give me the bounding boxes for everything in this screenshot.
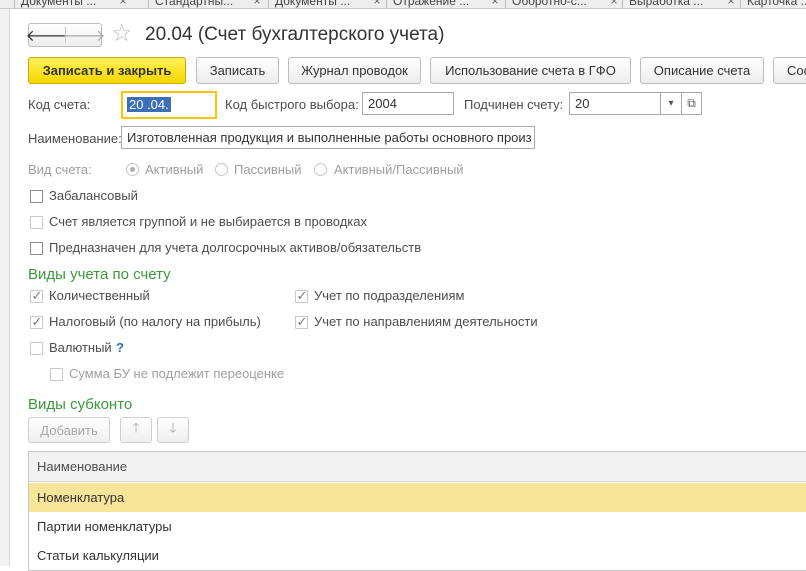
- window-tab[interactable]: Оборотно-с... ×: [505, 0, 619, 8]
- name-label: Наименование:: [28, 131, 122, 146]
- help-icon[interactable]: ?: [116, 340, 124, 355]
- window-tab-label: Документы ...: [275, 0, 351, 8]
- forward-button[interactable]: 🡒: [63, 24, 106, 46]
- code-input[interactable]: 20 .04.: [121, 91, 217, 119]
- window-tab-label: Выработка ...: [629, 0, 704, 8]
- window-tab-label: Карточка ...: [747, 0, 806, 8]
- check-icon: ✓: [31, 314, 43, 329]
- radio-passive[interactable]: [215, 163, 228, 176]
- dropdown-icon[interactable]: ▾: [660, 92, 682, 115]
- quick-code-input[interactable]: 2004: [362, 92, 454, 115]
- save-and-close-button[interactable]: Записать и закрыть: [28, 57, 186, 84]
- open-icon[interactable]: ⧉: [681, 92, 702, 115]
- arrow-up-icon: 🡑: [132, 420, 140, 435]
- subconto-section-title: Виды субконто: [28, 396, 133, 413]
- radio-passive-label: Пассивный: [234, 162, 302, 177]
- currency-label: Валютный: [49, 340, 112, 355]
- table-row[interactable]: Партии номенклатуры: [29, 512, 806, 541]
- tab-close-icon[interactable]: ×: [118, 0, 128, 8]
- move-down-button[interactable]: 🡓: [157, 417, 189, 443]
- tax-label: Налоговый (по налогу на прибыль): [49, 314, 261, 329]
- no-revaluation-label: Сумма БУ не подлежит переоценке: [69, 366, 285, 381]
- window-tab[interactable]: Выработка ... ×: [622, 0, 736, 8]
- window-tab-label: Отражение ...: [393, 0, 470, 8]
- accounting-types-section-title: Виды учета по счету: [28, 266, 171, 283]
- by-department-checkbox[interactable]: ✓: [295, 288, 308, 303]
- column-header-name[interactable]: Наименование: [29, 452, 806, 482]
- move-up-button[interactable]: 🡑: [120, 417, 152, 443]
- quick-code-label: Код быстрого выбора:: [225, 97, 359, 112]
- window-tab[interactable]: Стандартны... ×: [148, 0, 262, 8]
- favorite-star-icon[interactable]: ☆: [111, 20, 133, 48]
- save-button[interactable]: Записать: [196, 57, 279, 84]
- check-icon: ✓: [296, 288, 308, 303]
- window-tab[interactable]: Документы ... ×: [14, 0, 128, 8]
- account-type-label: Вид счета:: [28, 162, 92, 177]
- long-term-checkbox[interactable]: [30, 242, 43, 255]
- navigation-buttons: 🡐 🡒: [26, 23, 106, 47]
- journal-button[interactable]: Журнал проводок: [288, 57, 421, 84]
- check-icon: ✓: [31, 288, 43, 303]
- window-tab-label: Стандартны...: [155, 0, 234, 8]
- check-icon: ✓: [296, 314, 308, 329]
- window-tab[interactable]: Документы ... ×: [268, 0, 382, 8]
- window-tab-label: Оборотно-с...: [512, 0, 587, 8]
- quantitative-checkbox[interactable]: ✓: [30, 288, 43, 303]
- account-description-button[interactable]: Описание счета: [640, 57, 764, 84]
- tab-close-icon[interactable]: ×: [726, 0, 736, 8]
- window-tab-label: Документы ...: [21, 0, 97, 8]
- radio-active-label: Активный: [145, 162, 204, 177]
- off-balance-label: Забалансовый: [49, 188, 138, 203]
- account-usage-gfo-button[interactable]: Использование счета в ГФО: [430, 57, 631, 84]
- parent-account-input[interactable]: 20: [569, 92, 661, 115]
- add-subconto-button[interactable]: Добавить: [28, 417, 110, 443]
- quantitative-label: Количественный: [49, 288, 150, 303]
- by-activity-checkbox[interactable]: ✓: [295, 314, 308, 329]
- by-department-label: Учет по подразделениям: [314, 288, 465, 303]
- radio-active-passive-label: Активный/Пассивный: [334, 162, 464, 177]
- arrow-right-icon: 🡒: [62, 27, 106, 45]
- tab-close-icon[interactable]: ×: [252, 0, 262, 8]
- window-tab[interactable]: Отражение ... ×: [386, 0, 500, 8]
- is-group-label: Счет является группой и не выбирается в …: [49, 214, 367, 229]
- code-value: 20 .04.: [127, 97, 171, 112]
- radio-active[interactable]: [126, 163, 139, 176]
- long-term-label: Предназначен для учета долгосрочных акти…: [49, 240, 422, 255]
- radio-dot: [130, 167, 135, 172]
- code-label: Код счета:: [28, 97, 91, 112]
- is-group-checkbox[interactable]: [30, 216, 43, 229]
- tab-close-icon[interactable]: ×: [609, 0, 619, 8]
- left-panel-edge: [0, 9, 10, 566]
- tab-close-icon[interactable]: ×: [372, 0, 382, 8]
- by-activity-label: Учет по направлениям деятельности: [314, 314, 538, 329]
- parent-account-label: Подчинен счету:: [464, 97, 564, 112]
- back-button[interactable]: 🡐: [26, 24, 69, 46]
- more-button[interactable]: Сос: [773, 57, 806, 84]
- tax-checkbox[interactable]: ✓: [30, 314, 43, 329]
- tab-close-icon[interactable]: ×: [490, 0, 500, 8]
- subconto-table: Наименование Номенклатура Партии номенкл…: [28, 451, 806, 571]
- name-input[interactable]: Изготовленная продукция и выполненные ра…: [121, 126, 535, 149]
- arrow-down-icon: 🡓: [169, 420, 177, 435]
- off-balance-checkbox[interactable]: [30, 190, 43, 203]
- window-tabs: Документы ... × Стандартны... × Документы …: [0, 0, 806, 9]
- window-tab[interactable]: Карточка ...: [740, 0, 806, 8]
- page-title: 20.04 (Счет бухгалтерского учета): [145, 24, 445, 45]
- currency-checkbox[interactable]: [30, 342, 43, 355]
- radio-active-passive[interactable]: [314, 163, 327, 176]
- no-revaluation-checkbox[interactable]: [50, 368, 63, 381]
- table-row[interactable]: Номенклатура: [29, 483, 806, 512]
